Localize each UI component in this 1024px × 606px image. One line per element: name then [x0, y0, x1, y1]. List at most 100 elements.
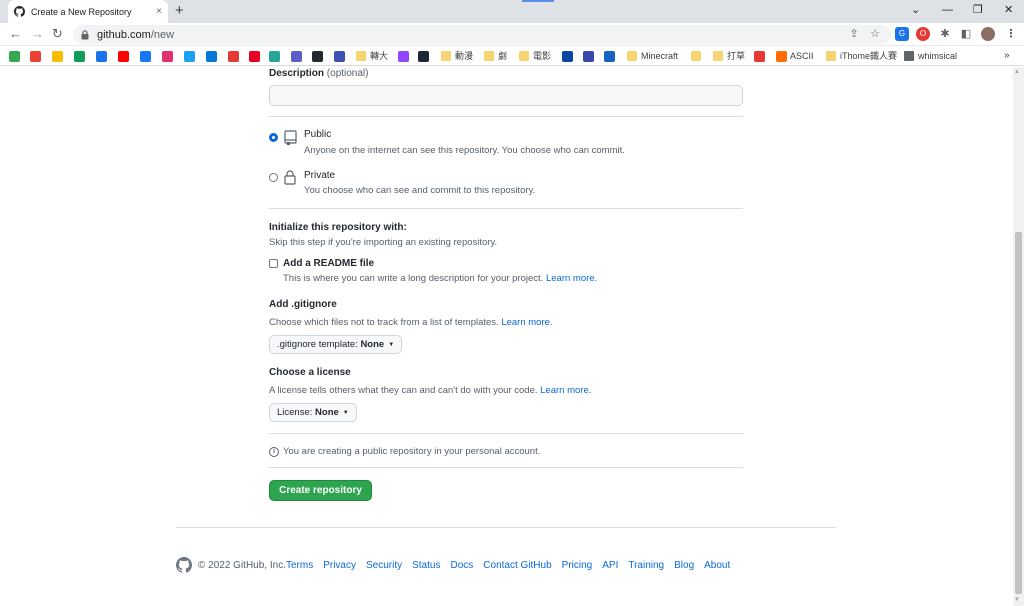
- bookmark-favicon-icon[interactable]: [604, 51, 615, 62]
- footer-link-training[interactable]: Training: [628, 560, 664, 571]
- bookmark-favicon-icon[interactable]: [52, 51, 63, 62]
- bookmark-favicon-icon[interactable]: [30, 51, 41, 62]
- footer-link-docs[interactable]: Docs: [450, 560, 473, 571]
- divider: [269, 433, 743, 434]
- description-label: Description (optional): [269, 68, 369, 79]
- share-icon[interactable]: ⇪: [847, 27, 861, 41]
- bookmark-favicon-icon[interactable]: [418, 51, 429, 62]
- bookmark-favicon-icon[interactable]: [398, 51, 409, 62]
- bookmark-folder-icon[interactable]: [691, 51, 701, 61]
- bookmark-folder-icon[interactable]: [826, 51, 836, 61]
- tab-close-icon[interactable]: ×: [156, 6, 162, 17]
- readme-checkbox[interactable]: [269, 259, 278, 268]
- translate-extension-icon[interactable]: G: [895, 27, 909, 41]
- bookmark-label[interactable]: 電影: [533, 50, 551, 62]
- back-button[interactable]: ←: [9, 26, 22, 42]
- footer-link-privacy[interactable]: Privacy: [323, 560, 356, 571]
- bookmark-favicon-icon[interactable]: [776, 51, 787, 62]
- bookmark-folder-icon[interactable]: [519, 51, 529, 61]
- license-selected-value: None: [315, 407, 339, 418]
- address-bar[interactable]: github.com/new: [73, 25, 891, 44]
- gitignore-template-select[interactable]: .gitignore template: None ▼: [269, 335, 403, 354]
- bookmark-favicon-icon[interactable]: [140, 51, 151, 62]
- footer-link-blog[interactable]: Blog: [674, 560, 694, 571]
- bookmark-label[interactable]: 動漫: [455, 50, 473, 62]
- bookmark-star-icon[interactable]: ☆: [868, 27, 882, 41]
- public-radio[interactable]: [269, 133, 278, 142]
- private-radio[interactable]: [269, 173, 278, 182]
- footer-link-contact-github[interactable]: Contact GitHub: [483, 560, 551, 571]
- footer-link-api[interactable]: API: [602, 560, 618, 571]
- caret-down-icon: ▼: [342, 409, 349, 416]
- readme-learn-more-link[interactable]: Learn more.: [546, 273, 597, 284]
- bookmark-folder-icon[interactable]: [627, 51, 637, 61]
- private-title: Private: [304, 170, 336, 181]
- init-description: Skip this step if you're importing an ex…: [269, 237, 498, 248]
- forward-button[interactable]: →: [31, 26, 44, 42]
- bookmark-favicon-icon[interactable]: [562, 51, 573, 62]
- bookmark-favicon-icon[interactable]: [312, 51, 323, 62]
- opera-extension-icon[interactable]: O: [916, 27, 930, 41]
- bookmark-favicon-icon[interactable]: [206, 51, 217, 62]
- readme-description: This is where you can write a long descr…: [283, 273, 598, 284]
- footer-link-about[interactable]: About: [704, 560, 730, 571]
- bookmark-folder-icon[interactable]: [441, 51, 451, 61]
- bookmark-label[interactable]: iThome鐵人賽: [840, 50, 897, 62]
- tab-title: Create a New Repository: [31, 6, 132, 17]
- scroll-up-arrow-icon[interactable]: ▲: [1014, 69, 1020, 75]
- minimize-button[interactable]: —: [942, 3, 953, 17]
- bookmark-favicon-icon[interactable]: [249, 51, 260, 62]
- extensions-puzzle-icon[interactable]: ✱: [938, 27, 952, 41]
- bookmark-favicon-icon[interactable]: [583, 51, 594, 62]
- gitignore-title: Add .gitignore: [269, 299, 337, 310]
- github-logo-icon[interactable]: [176, 557, 192, 573]
- create-repository-button[interactable]: Create repository: [269, 480, 372, 501]
- bookmark-label[interactable]: 轉大: [370, 50, 388, 62]
- close-window-button[interactable]: ✕: [1004, 3, 1013, 17]
- tab-search-icon[interactable]: ⌄: [911, 3, 920, 17]
- reload-button[interactable]: ↻: [52, 26, 63, 42]
- bookmark-favicon-icon[interactable]: [334, 51, 345, 62]
- bookmark-label[interactable]: 打草: [727, 50, 745, 62]
- scrollbar-thumb[interactable]: [1015, 232, 1022, 594]
- license-learn-more-link[interactable]: Learn more.: [540, 385, 591, 396]
- description-input[interactable]: [269, 85, 743, 106]
- bookmark-label[interactable]: whimsical: [918, 50, 957, 62]
- footer-link-pricing[interactable]: Pricing: [562, 560, 593, 571]
- scroll-down-arrow-icon[interactable]: ▼: [1014, 597, 1020, 603]
- bookmark-favicon-icon[interactable]: [96, 51, 107, 62]
- bookmark-favicon-icon[interactable]: [74, 51, 85, 62]
- bookmark-favicon-icon[interactable]: [904, 51, 914, 61]
- bookmark-favicon-icon[interactable]: [184, 51, 195, 62]
- bookmark-label[interactable]: ASCII: [790, 50, 814, 62]
- browser-titlebar: Create a New Repository × + ⌄ — ❐ ✕: [0, 0, 1024, 23]
- browser-menu-icon[interactable]: ⋮: [1004, 27, 1018, 41]
- browser-tab[interactable]: Create a New Repository ×: [8, 0, 168, 23]
- bookmark-folder-icon[interactable]: [713, 51, 723, 61]
- maximize-button[interactable]: ❐: [973, 3, 983, 17]
- bookmark-favicon-icon[interactable]: [162, 51, 173, 62]
- footer-link-security[interactable]: Security: [366, 560, 402, 571]
- bookmark-favicon-icon[interactable]: [228, 51, 239, 62]
- bookmark-favicon-icon[interactable]: [291, 51, 302, 62]
- bookmark-favicon-icon[interactable]: [9, 51, 20, 62]
- bookmark-folder-icon[interactable]: [484, 51, 494, 61]
- side-panel-icon[interactable]: ◧: [959, 27, 973, 41]
- more-bookmarks-icon[interactable]: »: [1004, 50, 1010, 62]
- footer-divider: [176, 527, 836, 528]
- profile-avatar[interactable]: [981, 27, 995, 41]
- footer-link-status[interactable]: Status: [412, 560, 440, 571]
- license-select[interactable]: License: None ▼: [269, 403, 357, 422]
- bookmark-favicon-icon[interactable]: [118, 51, 129, 62]
- lock-icon: [81, 29, 89, 39]
- readme-label[interactable]: Add a README file: [283, 258, 374, 269]
- new-tab-button[interactable]: +: [175, 3, 184, 19]
- gitignore-learn-more-link[interactable]: Learn more.: [501, 317, 552, 328]
- bookmark-favicon-icon[interactable]: [269, 51, 280, 62]
- bookmark-folder-icon[interactable]: [356, 51, 366, 61]
- footer-link-terms[interactable]: Terms: [286, 560, 313, 571]
- lock-icon: [284, 170, 296, 188]
- bookmark-label[interactable]: Minecraft: [641, 50, 678, 62]
- bookmark-favicon-icon[interactable]: [754, 51, 765, 62]
- bookmark-label[interactable]: 劇: [498, 50, 507, 62]
